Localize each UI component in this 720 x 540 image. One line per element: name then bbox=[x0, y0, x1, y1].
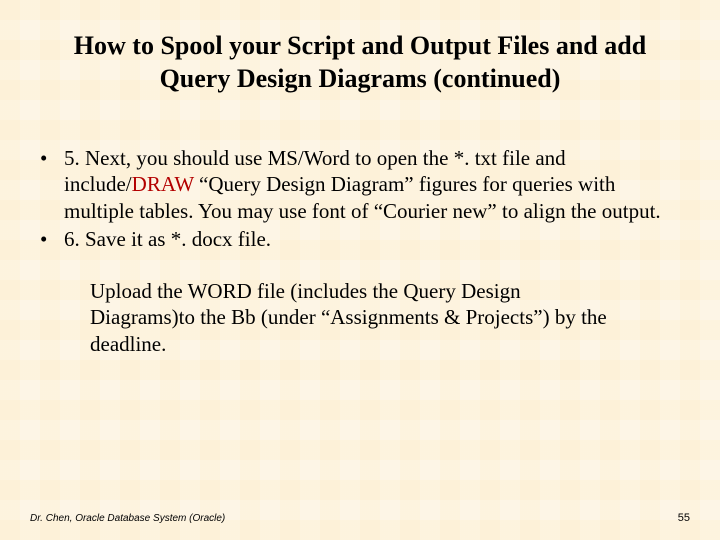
slide-title: How to Spool your Script and Output File… bbox=[60, 30, 660, 95]
footer-left: Dr. Chen, Oracle Database System (Oracle… bbox=[30, 513, 225, 524]
slide: How to Spool your Script and Output File… bbox=[0, 0, 720, 540]
bullet-5-draw-word: DRAW bbox=[132, 172, 194, 196]
slide-number: 55 bbox=[678, 512, 690, 524]
slide-body: 5. Next, you should use MS/Word to open … bbox=[30, 145, 690, 357]
bullet-item-6: 6. Save it as *. docx file. bbox=[30, 226, 690, 252]
bullet-6-text: 6. Save it as *. docx file. bbox=[64, 227, 271, 251]
bullet-list: 5. Next, you should use MS/Word to open … bbox=[30, 145, 690, 252]
bullet-item-5: 5. Next, you should use MS/Word to open … bbox=[30, 145, 690, 224]
upload-note: Upload the WORD file (includes the Query… bbox=[90, 278, 610, 357]
